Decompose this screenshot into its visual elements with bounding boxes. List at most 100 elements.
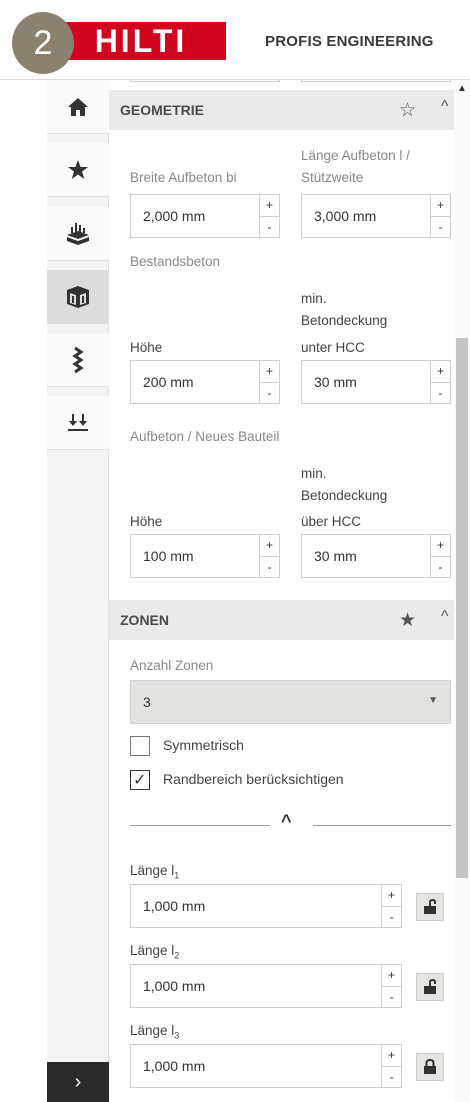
favorite-star-icon[interactable]: ★ xyxy=(399,609,416,632)
hoehe1-input[interactable]: 200 mm + - xyxy=(130,360,280,404)
anchor-load-icon xyxy=(67,222,89,245)
vertical-scrollbar[interactable]: ▲ xyxy=(454,80,470,1102)
deckung1-label-line1: min. xyxy=(301,291,327,306)
properties-panel: GEOMETRIE ☆ ^ Breite Aufbeton bi Länge A… xyxy=(109,80,454,1102)
stepper: + - xyxy=(381,1045,401,1087)
sidebar-item-home[interactable] xyxy=(47,80,109,134)
decrement-button[interactable]: - xyxy=(431,556,450,577)
decrement-button[interactable]: - xyxy=(260,216,279,237)
hoehe2-label: Höhe xyxy=(130,514,163,529)
randbereich-label: Randbereich berücksichtigen xyxy=(163,771,344,787)
deckung1-label-line2: Betondeckung xyxy=(301,313,388,328)
increment-button[interactable]: + xyxy=(260,195,279,216)
increment-button[interactable]: + xyxy=(382,965,401,986)
divider xyxy=(130,825,270,826)
favorite-star-icon[interactable]: ☆ xyxy=(399,99,416,122)
home-icon xyxy=(68,97,88,116)
bestandsbeton-label: Bestandsbeton xyxy=(130,254,221,269)
increment-button[interactable]: + xyxy=(431,361,450,382)
breite-label: Breite Aufbeton bi xyxy=(130,170,237,185)
decrement-button[interactable]: - xyxy=(431,216,450,237)
increment-button[interactable]: + xyxy=(382,885,401,906)
symmetrisch-label: Symmetrisch xyxy=(163,737,244,753)
stepper: + - xyxy=(430,361,450,403)
randbereich-checkbox[interactable]: ✓ xyxy=(130,770,150,790)
collapse-icon[interactable]: ^ xyxy=(441,98,449,116)
previous-input-stub xyxy=(301,80,451,82)
collapse-icon[interactable]: ^ xyxy=(441,608,449,626)
app-header: 2 HILTI PROFIS ENGINEERING xyxy=(0,0,470,80)
symmetrisch-checkbox[interactable] xyxy=(130,736,150,756)
increment-button[interactable]: + xyxy=(431,195,450,216)
hoehe1-label: Höhe xyxy=(130,340,163,355)
sidebar-item-anchor[interactable] xyxy=(47,207,109,261)
hoehe2-input[interactable]: 100 mm + - xyxy=(130,534,280,578)
sidebar-item-base-material[interactable] xyxy=(47,270,109,324)
increment-button[interactable]: + xyxy=(431,535,450,556)
unlock-icon xyxy=(424,899,436,914)
anzahl-zonen-select[interactable]: 3 ▼ xyxy=(130,680,451,724)
divider xyxy=(313,825,451,826)
zone3-length-input[interactable]: 1,000 mm + - xyxy=(130,1044,402,1088)
deckung2-label-line3: über HCC xyxy=(301,514,362,529)
input-value: 1,000 mm xyxy=(143,1058,206,1074)
aufbeton-label: Aufbeton / Neues Bauteil xyxy=(130,429,280,444)
zonen-section-header[interactable]: ZONEN ★ ^ xyxy=(109,600,454,640)
decrement-button[interactable]: - xyxy=(382,1066,401,1087)
hilti-logo: HILTI xyxy=(56,22,226,60)
sidebar-item-favorites[interactable] xyxy=(47,143,109,197)
load-arrows-icon xyxy=(68,413,88,431)
collapse-chevron-icon[interactable]: ^ xyxy=(281,811,292,832)
step-number-badge: 2 xyxy=(12,12,74,74)
zone3-lock-button[interactable] xyxy=(416,1053,444,1081)
zone1-lock-button[interactable] xyxy=(416,893,444,921)
zone1-length-input[interactable]: 1,000 mm + - xyxy=(130,884,402,928)
deckung2-input[interactable]: 30 mm + - xyxy=(301,534,451,578)
increment-button[interactable]: + xyxy=(260,535,279,556)
laenge-label-line2: Stützweite xyxy=(301,170,364,185)
stepper: + - xyxy=(259,361,279,403)
zone2-lock-button[interactable] xyxy=(416,973,444,1001)
geometrie-section-header[interactable]: GEOMETRIE ☆ ^ xyxy=(109,90,454,130)
section-title: ZONEN xyxy=(120,612,169,628)
decrement-button[interactable]: - xyxy=(382,986,401,1007)
sidebar-expand-button[interactable]: › xyxy=(47,1062,109,1102)
zone2-label: Länge l2 xyxy=(130,943,180,961)
increment-button[interactable]: + xyxy=(382,1045,401,1066)
building-block-icon xyxy=(67,285,89,308)
breite-input[interactable]: 2,000 mm + - xyxy=(130,194,280,238)
laenge-input[interactable]: 3,000 mm + - xyxy=(301,194,451,238)
deckung2-label-line2: Betondeckung xyxy=(301,488,388,503)
stepper: + - xyxy=(259,195,279,237)
stepper: + - xyxy=(381,965,401,1007)
rebar-icon xyxy=(72,346,84,373)
decrement-button[interactable]: - xyxy=(431,382,450,403)
input-value: 1,000 mm xyxy=(143,978,206,994)
unlock-icon xyxy=(424,979,436,994)
deckung1-input[interactable]: 30 mm + - xyxy=(301,360,451,404)
sidebar-item-loads[interactable] xyxy=(47,396,109,450)
decrement-button[interactable]: - xyxy=(382,906,401,927)
section-title: GEOMETRIE xyxy=(120,102,205,118)
zone2-length-input[interactable]: 1,000 mm + - xyxy=(130,964,402,1008)
input-value: 2,000 mm xyxy=(143,208,206,224)
stepper: + - xyxy=(381,885,401,927)
stepper: + - xyxy=(259,535,279,577)
select-value: 3 xyxy=(143,694,151,710)
deckung1-label-line3: unter HCC xyxy=(301,340,365,355)
star-icon xyxy=(68,159,88,179)
decrement-button[interactable]: - xyxy=(260,556,279,577)
app-title: PROFIS ENGINEERING xyxy=(265,33,434,50)
laenge-label-line1: Länge Aufbeton l / xyxy=(301,148,410,163)
input-value: 200 mm xyxy=(143,374,194,390)
sidebar-item-rebar[interactable] xyxy=(47,333,109,387)
dropdown-arrow-icon: ▼ xyxy=(428,695,438,706)
stepper: + - xyxy=(430,535,450,577)
lock-icon xyxy=(424,1059,436,1074)
check-icon: ✓ xyxy=(133,772,147,789)
decrement-button[interactable]: - xyxy=(260,382,279,403)
scrollbar-thumb[interactable] xyxy=(456,338,468,878)
scroll-up-arrow-icon[interactable]: ▲ xyxy=(457,83,467,94)
increment-button[interactable]: + xyxy=(260,361,279,382)
zone3-label: Länge l3 xyxy=(130,1023,180,1041)
